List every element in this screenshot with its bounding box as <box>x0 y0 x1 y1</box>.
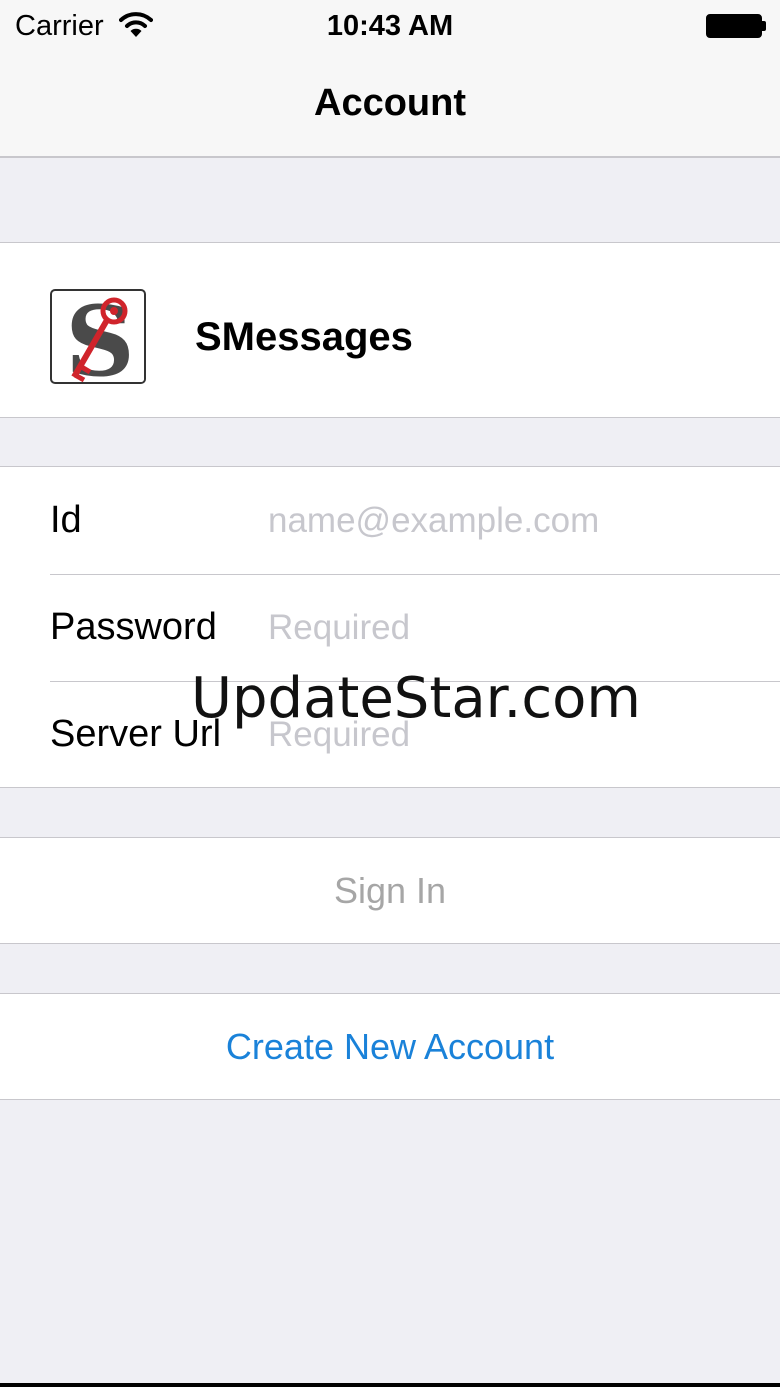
create-account-button[interactable]: Create New Account <box>0 993 780 1100</box>
bottom-edge <box>0 1383 780 1387</box>
password-label: Password <box>50 606 217 648</box>
battery-tip <box>762 21 766 31</box>
app-header-section: S SMessages <box>0 242 780 418</box>
id-field[interactable] <box>268 491 758 551</box>
app-logo: S <box>50 289 146 384</box>
watermark: UpdateStar.com <box>191 666 641 731</box>
navigation-bar: Account <box>0 54 780 158</box>
password-field[interactable] <box>268 598 758 658</box>
login-form: Id Password Server Url <box>0 466 780 788</box>
password-row[interactable]: Password <box>0 574 780 681</box>
sign-in-label: Sign In <box>333 869 447 911</box>
status-bar: Carrier 10:43 AM <box>0 0 780 54</box>
status-time: 10:43 AM <box>326 10 454 42</box>
id-label: Id <box>50 499 82 541</box>
smessages-logo-icon: S <box>56 291 144 382</box>
create-account-label: Create New Account <box>225 1025 555 1067</box>
page-title: Account <box>314 82 466 124</box>
sign-in-button[interactable]: Sign In <box>0 837 780 944</box>
id-row[interactable]: Id <box>0 467 780 574</box>
battery-icon <box>706 14 762 38</box>
app-name: SMessages <box>195 315 413 359</box>
